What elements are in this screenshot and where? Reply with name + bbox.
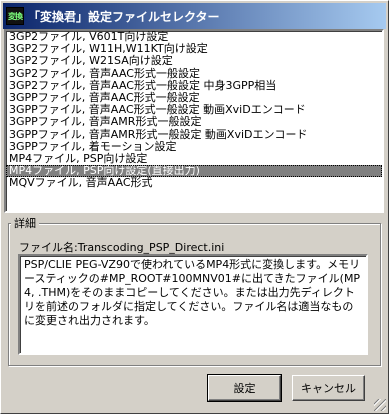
- preset-listbox[interactable]: 3GP2ファイル, V601T向け設定 3GP2ファイル, W11H,W11KT向…: [4, 29, 384, 213]
- resize-grip[interactable]: [374, 399, 386, 411]
- filename-row: ファイル名:Transcoding_PSP_Direct.ini: [19, 239, 224, 255]
- list-item[interactable]: 3GPPファイル, 音声AMR形式一般設定 動画XviDエンコード: [6, 128, 382, 141]
- title-bar[interactable]: 変換 「変換君」設定ファイルセレクター: [3, 3, 386, 29]
- cancel-button[interactable]: キャンセル: [292, 375, 365, 401]
- list-item[interactable]: 3GP2ファイル, W21SA向け設定: [6, 55, 382, 67]
- details-group-label: 詳細: [11, 215, 39, 231]
- filename-value: Transcoding_PSP_Direct.ini: [77, 241, 225, 254]
- app-icon[interactable]: 変換: [6, 7, 24, 25]
- list-item[interactable]: 3GPPファイル, 音声AMR形式一般設定: [6, 116, 382, 128]
- description-textbox[interactable]: PSP/CLIE PEG-VZ90で使われているMP4形式に変換します。メモリー…: [18, 254, 368, 355]
- list-item[interactable]: 3GP2ファイル, 音声AAC形式一般設定: [6, 67, 382, 80]
- filename-label: ファイル名:: [19, 241, 78, 254]
- dialog-window: 変換 「変換君」設定ファイルセレクター 3GP2ファイル, V601T向け設定 3…: [0, 0, 389, 414]
- ok-button[interactable]: 設定: [207, 374, 282, 402]
- list-item[interactable]: MQVファイル, 音声AAC形式: [6, 177, 382, 189]
- window-title: 「変換君」設定ファイルセレクター: [28, 9, 220, 24]
